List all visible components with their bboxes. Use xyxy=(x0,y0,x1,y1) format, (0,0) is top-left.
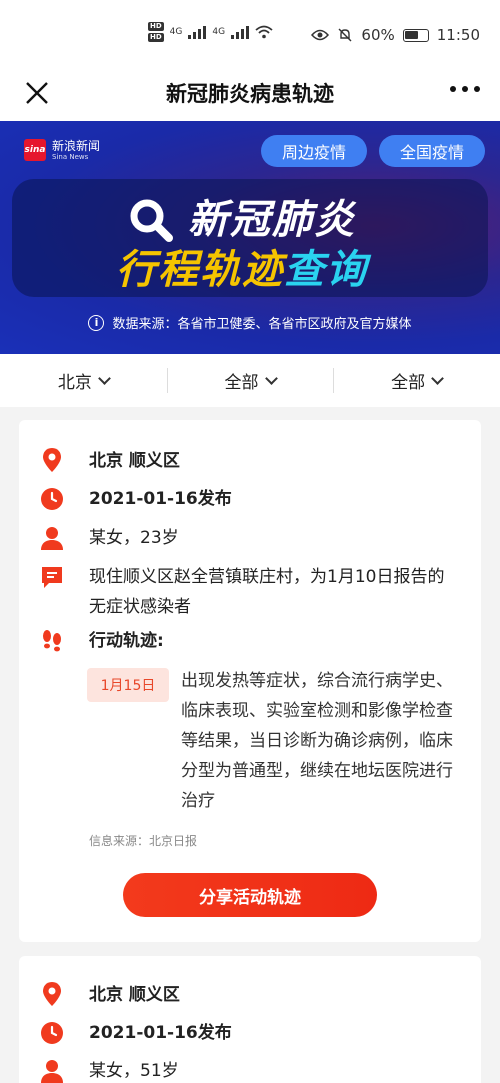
battery-icon xyxy=(402,28,429,42)
status-left: HD HD 4G 4G xyxy=(148,22,273,42)
case-card: 北京 顺义区 2021-01-16发布 某女，51岁 xyxy=(19,956,481,1083)
network-type-2: 4G xyxy=(212,27,226,37)
page-title: 新冠肺炎病患轨迹 xyxy=(166,82,334,106)
timeline-date-tag: 1月15日 xyxy=(87,668,169,702)
case-published-date: 2021-01-16发布 xyxy=(89,489,232,509)
brand-name-en: Sina News xyxy=(52,152,89,161)
filter-province[interactable]: 北京 xyxy=(0,354,167,407)
case-person: 某女，23岁 xyxy=(89,528,179,548)
nearby-epidemic-button[interactable]: 周边疫情 xyxy=(261,135,367,167)
hd-badges: HD HD xyxy=(148,22,164,42)
message-icon xyxy=(42,567,62,588)
info-icon: i xyxy=(88,314,105,331)
hero-title-part1: 行程轨迹 xyxy=(116,247,284,293)
trajectory-label: 行动轨迹: xyxy=(89,631,164,651)
battery-percent: 60% xyxy=(361,26,395,44)
filter-date[interactable]: 全部 xyxy=(333,354,500,407)
case-person: 某女，51岁 xyxy=(89,1061,179,1081)
wifi-icon xyxy=(255,25,273,39)
clock-icon xyxy=(41,1022,63,1044)
filter-bar: 北京 全部 全部 xyxy=(0,354,500,407)
status-bar: HD HD 4G 4G 60% 11:50 xyxy=(0,0,500,64)
hd-badge-2: HD xyxy=(148,33,164,42)
sina-logo-mark: sina xyxy=(24,139,46,161)
case-card: 北京 顺义区 2021-01-16发布 某女，23岁 现住顺义区赵全营镇联庄村，… xyxy=(19,420,481,942)
person-icon xyxy=(41,1060,63,1083)
title-bar: 新冠肺炎病患轨迹 xyxy=(0,64,500,121)
filter-district[interactable]: 全部 xyxy=(166,354,334,407)
case-description: 现住顺义区赵全营镇联庄村，为1月10日报告的无症状感染者 xyxy=(89,567,445,617)
person-icon xyxy=(41,527,63,550)
sina-news-logo: sina 新浪新闻 Sina News xyxy=(24,139,100,161)
timeline-event-text: 出现发热等症状，综合流行病学史、临床表现、实验室检测和影像学检查等结果，当日诊断… xyxy=(181,671,453,811)
case-published-date: 2021-01-16发布 xyxy=(89,1023,232,1043)
data-source-note: i 数据来源：各省市卫健委、各省市区政府及官方媒体 xyxy=(0,313,500,332)
clock-time: 11:50 xyxy=(436,26,480,44)
clock-icon xyxy=(41,488,63,510)
signal-icon xyxy=(188,25,207,39)
footsteps-icon xyxy=(43,630,61,652)
location-pin-icon xyxy=(43,982,61,1006)
network-type-1: 4G xyxy=(169,27,183,37)
hero-search-panel[interactable]: 新冠肺炎 行程轨迹查询 xyxy=(12,179,488,297)
chevron-down-icon xyxy=(431,371,445,385)
filter-date-label: 全部 xyxy=(391,373,426,393)
brand-name-cn: 新浪新闻 xyxy=(52,138,101,153)
national-epidemic-button[interactable]: 全国疫情 xyxy=(379,135,485,167)
banner: sina 新浪新闻 Sina News 周边疫情 全国疫情 新冠肺炎 行程轨迹查… xyxy=(0,121,500,354)
chevron-down-icon xyxy=(97,371,111,385)
data-source-text: 数据来源：各省市卫健委、各省市区政府及官方媒体 xyxy=(112,317,412,332)
mute-bell-icon xyxy=(338,28,352,42)
info-source: 信息来源：北京日报 xyxy=(89,834,198,848)
filter-province-label: 北京 xyxy=(57,373,92,393)
status-right: 60% 11:50 xyxy=(311,26,480,44)
location-pin-icon xyxy=(43,448,61,472)
more-icon[interactable] xyxy=(450,86,480,92)
hd-badge-1: HD xyxy=(148,22,164,31)
hero-title-line2: 行程轨迹查询 xyxy=(116,237,368,295)
case-location: 北京 顺义区 xyxy=(89,451,180,471)
filter-district-label: 全部 xyxy=(224,373,259,393)
signal-icon-2 xyxy=(231,25,250,39)
share-trajectory-button[interactable]: 分享活动轨迹 xyxy=(123,873,377,917)
eye-icon xyxy=(311,29,330,41)
chevron-down-icon xyxy=(264,371,278,385)
hero-title-part2: 查询 xyxy=(284,247,368,293)
case-location: 北京 顺义区 xyxy=(89,985,180,1005)
